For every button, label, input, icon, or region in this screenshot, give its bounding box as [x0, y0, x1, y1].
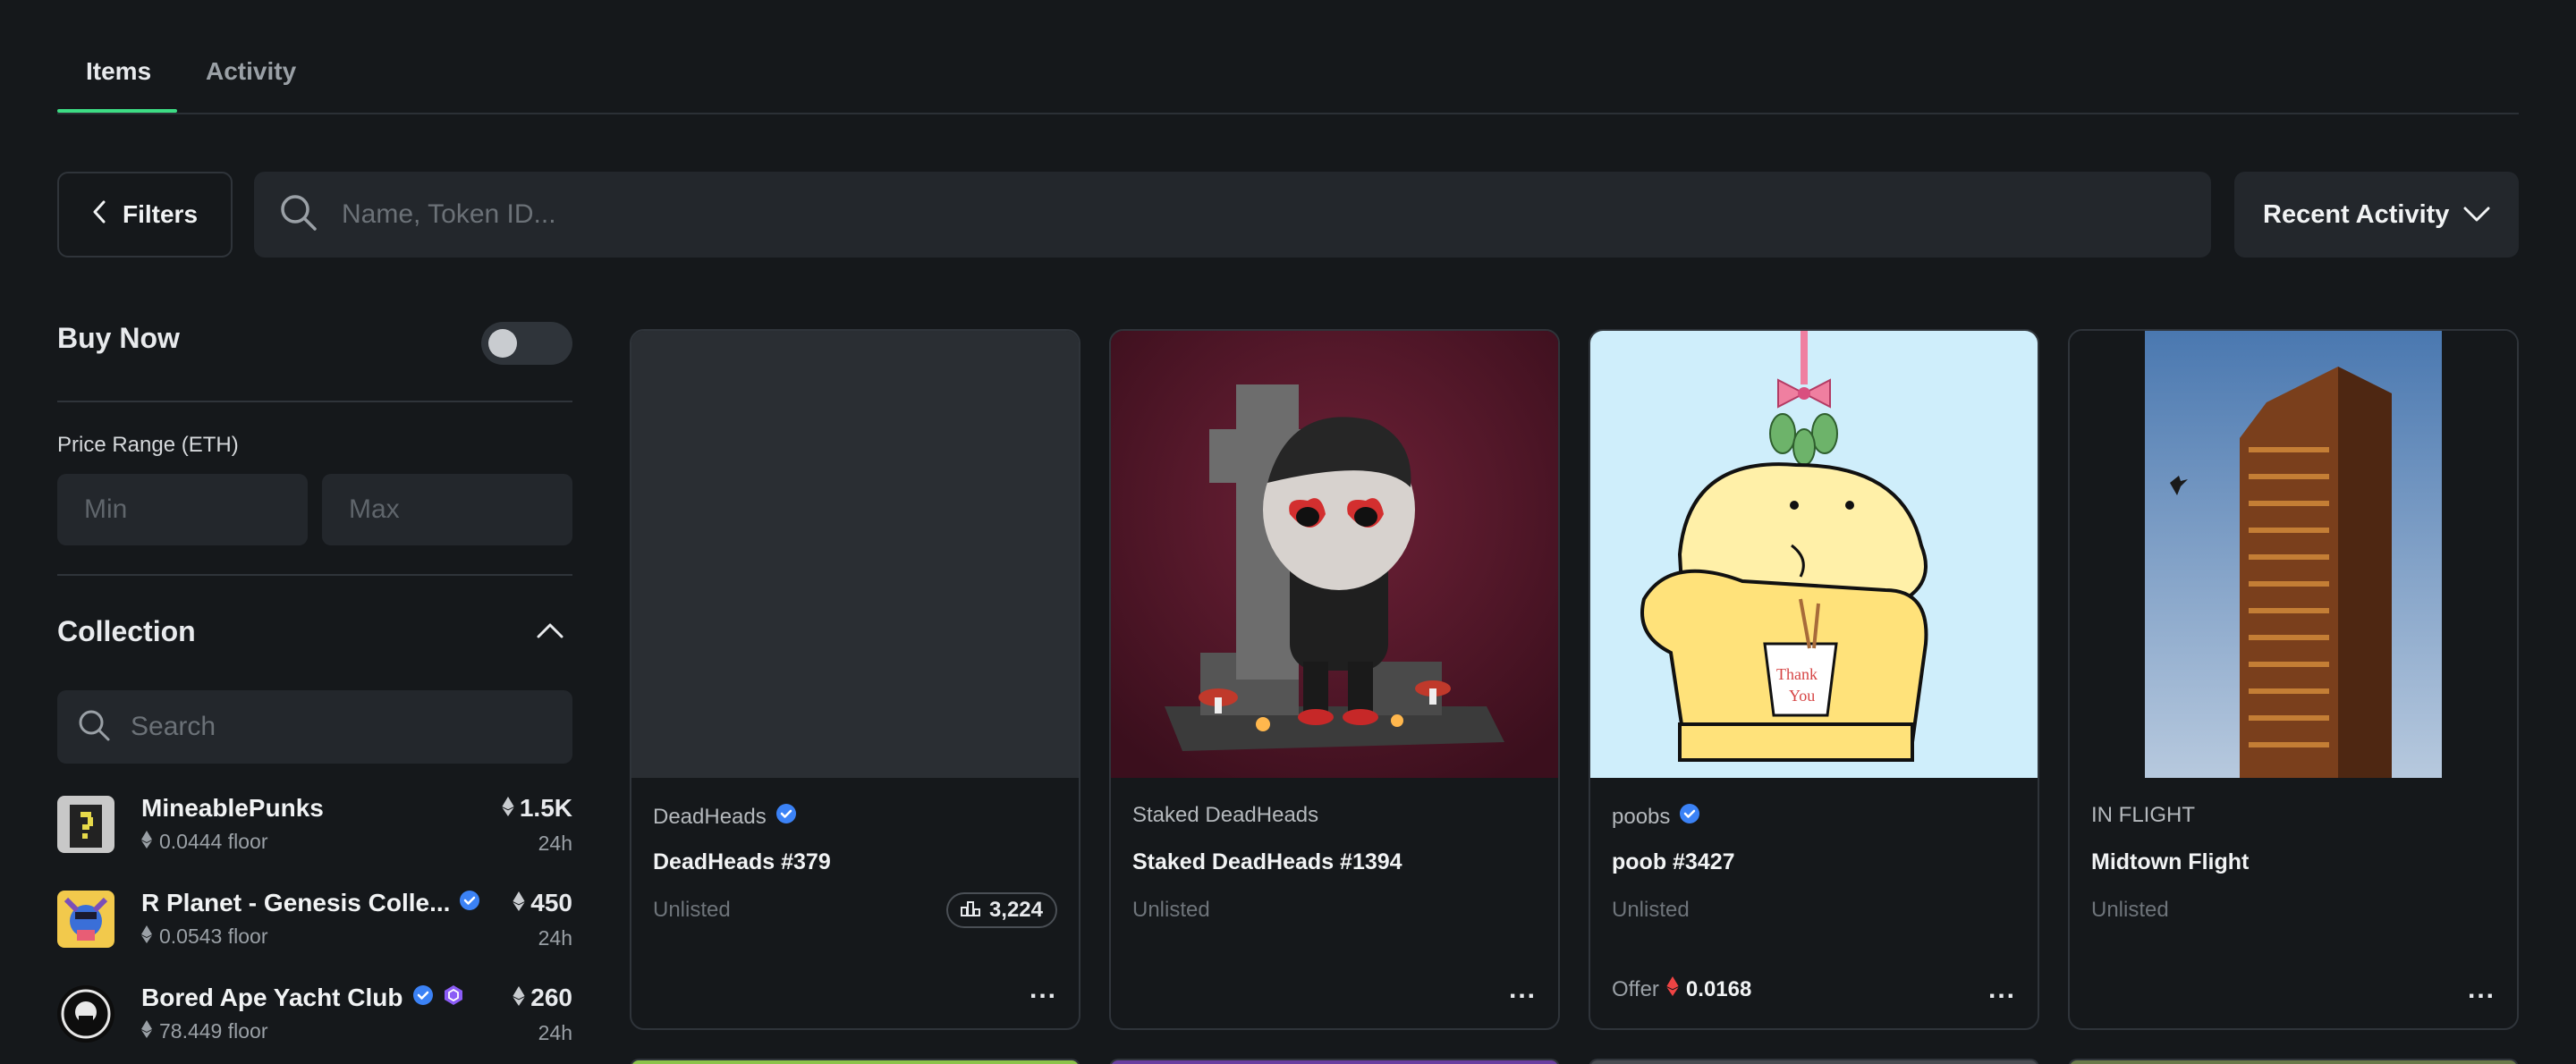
search-icon — [77, 708, 111, 747]
tab-items[interactable]: Items — [86, 57, 151, 86]
nft-card[interactable]: Thank You poobs poob #3427 Unlisted Offe… — [1589, 329, 2039, 1030]
svg-text:Thank: Thank — [1776, 665, 1818, 683]
collection-period: 24h — [538, 832, 572, 855]
opensea-badge-icon — [443, 984, 464, 1012]
collection-section-title: Collection — [57, 615, 196, 647]
chevron-up-icon[interactable] — [537, 622, 564, 643]
more-options-button[interactable]: ... — [1509, 975, 1537, 1005]
verified-badge-icon — [459, 889, 480, 917]
card-collection[interactable]: IN FLIGHT — [2091, 803, 2195, 828]
card-status: Unlisted — [1612, 898, 1690, 922]
collection-search-input[interactable] — [131, 712, 560, 742]
collection-row[interactable]: Bored Ape Yacht Club 78.449 floor 260 24… — [57, 980, 572, 1051]
card-collection[interactable]: poobs — [1612, 803, 1700, 831]
divider — [57, 401, 572, 402]
card-status: Unlisted — [1132, 898, 1210, 922]
eth-red-icon — [1666, 976, 1679, 1002]
svg-text:You: You — [1789, 687, 1815, 705]
collection-period: 24h — [538, 926, 572, 950]
card-collection[interactable]: DeadHeads — [653, 803, 797, 831]
card-title: poob #3427 — [1612, 849, 1735, 874]
active-tab-indicator — [57, 109, 177, 113]
item-search-input[interactable] — [342, 199, 2041, 230]
sort-dropdown[interactable]: Recent Activity — [2234, 172, 2519, 258]
price-range-label: Price Range (ETH) — [57, 433, 239, 457]
nft-card[interactable]: DeadHeads DeadHeads #379 Unlisted 3,224 … — [630, 329, 1080, 1030]
card-status: Unlisted — [653, 898, 731, 922]
price-min-input[interactable] — [57, 474, 308, 545]
collection-period: 24h — [538, 1021, 572, 1044]
buy-now-toggle[interactable] — [481, 322, 572, 365]
nft-image: Thank You — [1590, 331, 2038, 778]
eth-icon — [141, 925, 152, 949]
collection-name: MineablePunks — [141, 794, 324, 822]
card-title: DeadHeads #379 — [653, 849, 831, 874]
card-title: Midtown Flight — [2091, 849, 2250, 874]
card-status: Unlisted — [2091, 898, 2169, 922]
filters-button[interactable]: Filters — [57, 172, 233, 258]
collection-avatar — [57, 796, 114, 853]
item-search-bar[interactable] — [254, 172, 2211, 258]
collection-name: R Planet - Genesis Colle... — [141, 889, 480, 917]
collection-avatar — [57, 985, 114, 1043]
collection-volume: 260 — [513, 984, 572, 1012]
toggle-knob — [488, 329, 517, 358]
divider — [57, 574, 572, 576]
nft-card-next-row[interactable] — [630, 1059, 1080, 1064]
chevron-down-icon — [2463, 200, 2490, 230]
collection-floor: 0.0543 floor — [141, 925, 267, 949]
rank-icon — [960, 898, 980, 923]
nft-card-next-row[interactable] — [1589, 1059, 2039, 1064]
eth-icon — [513, 984, 525, 1012]
nft-collection-page: Items Activity Filters Recent Activity B… — [0, 0, 2576, 1064]
collection-floor: 78.449 floor — [141, 1019, 267, 1043]
search-icon — [279, 193, 318, 237]
tab-activity[interactable]: Activity — [206, 57, 296, 86]
nft-image — [2070, 331, 2517, 778]
nft-image-placeholder — [631, 331, 1079, 778]
collection-name: Bored Ape Yacht Club — [141, 984, 464, 1012]
tab-bar: Items Activity — [57, 0, 2519, 114]
nft-card-next-row[interactable] — [1109, 1059, 1560, 1064]
collection-volume: 450 — [513, 889, 572, 917]
nft-image — [1111, 331, 1558, 778]
card-title: Staked DeadHeads #1394 — [1132, 849, 1402, 874]
verified-badge-icon — [775, 803, 797, 831]
price-max-input[interactable] — [322, 474, 572, 545]
sort-label: Recent Activity — [2263, 199, 2450, 229]
nft-card[interactable]: IN FLIGHT Midtown Flight Unlisted ... — [2068, 329, 2519, 1030]
nft-card-next-row[interactable] — [2068, 1059, 2519, 1064]
eth-icon — [513, 889, 525, 917]
nft-card[interactable]: Staked DeadHeads Staked DeadHeads #1394 … — [1109, 329, 1560, 1030]
card-collection[interactable]: Staked DeadHeads — [1132, 803, 1318, 828]
collection-row[interactable]: MineablePunks 0.0444 floor 1.5K 24h — [57, 790, 572, 862]
collection-avatar — [57, 891, 114, 948]
eth-icon — [141, 830, 152, 854]
rarity-badge: 3,224 — [945, 892, 1057, 928]
chevron-left-icon — [92, 200, 106, 230]
more-options-button[interactable]: ... — [1030, 975, 1057, 1005]
collection-volume: 1.5K — [502, 794, 572, 823]
collection-row[interactable]: R Planet - Genesis Colle... 0.0543 floor… — [57, 885, 572, 957]
more-options-button[interactable]: ... — [2468, 975, 2496, 1005]
collection-search-bar[interactable] — [57, 690, 572, 764]
verified-badge-icon — [412, 984, 434, 1012]
more-options-button[interactable]: ... — [1988, 975, 2016, 1005]
eth-icon — [502, 794, 514, 823]
filters-label: Filters — [122, 200, 199, 228]
buy-now-label: Buy Now — [57, 322, 180, 354]
verified-badge-icon — [1679, 803, 1700, 831]
collection-floor: 0.0444 floor — [141, 830, 267, 854]
card-offer: Offer 0.0168 — [1612, 976, 1752, 1002]
eth-icon — [141, 1019, 152, 1043]
